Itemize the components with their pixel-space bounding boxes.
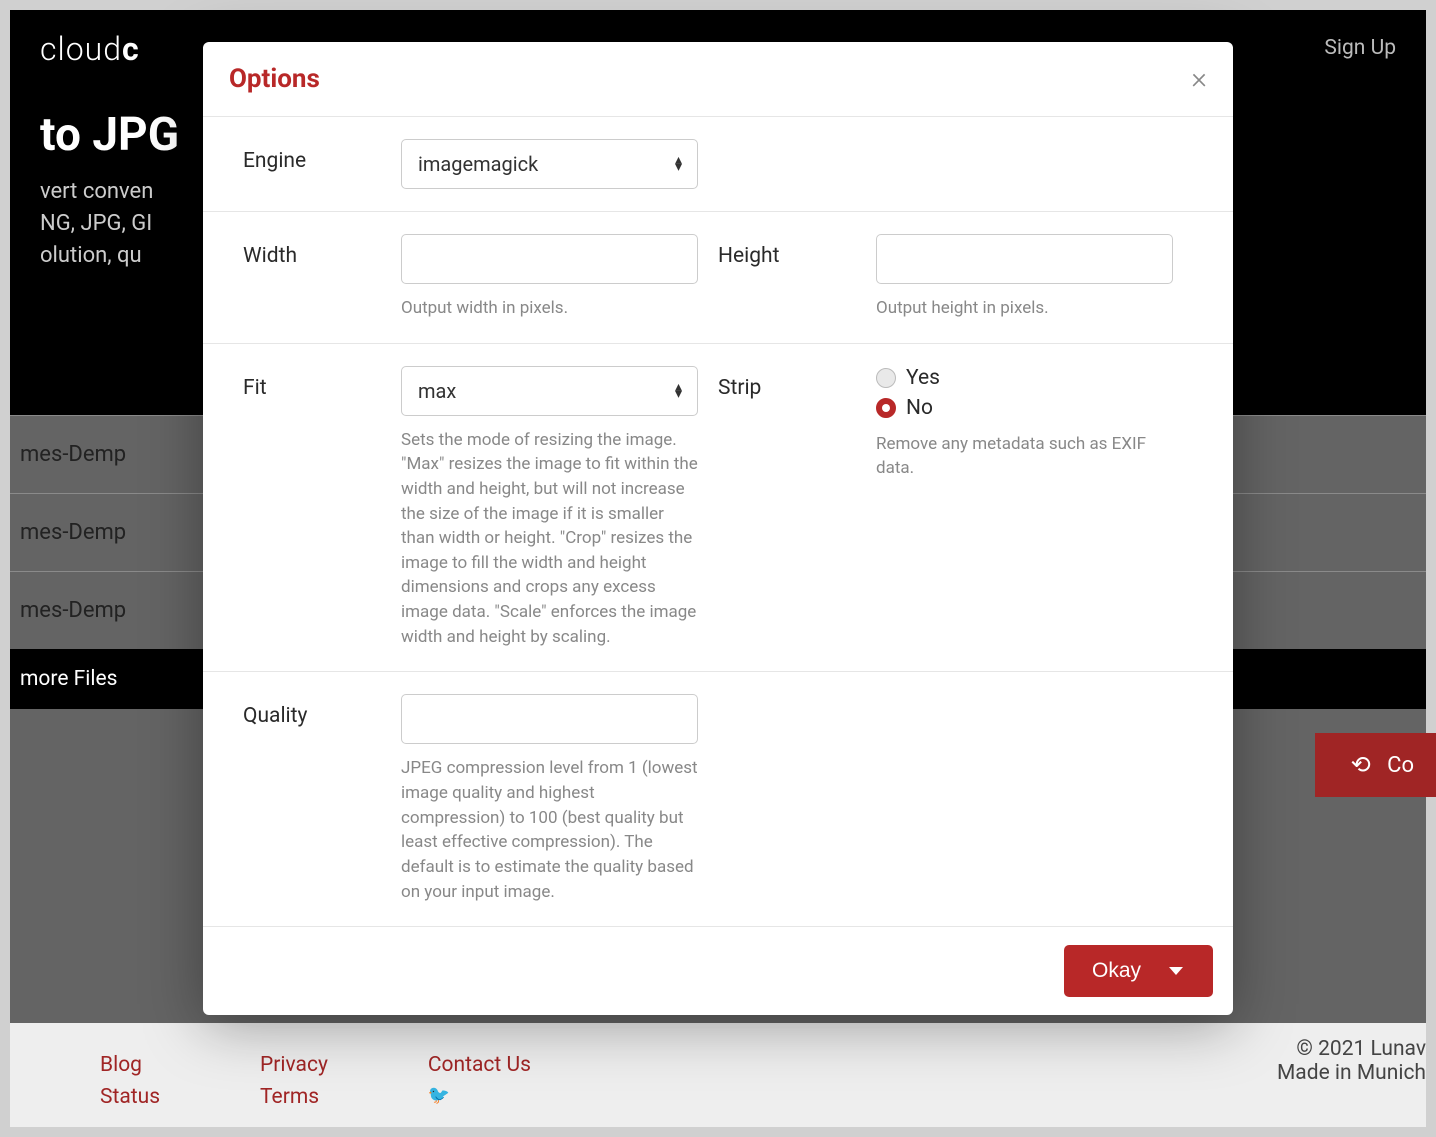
fit-label: Fit xyxy=(243,366,401,650)
strip-label: Strip xyxy=(718,366,876,650)
engine-section: Engine imagemagick ▴▾ xyxy=(203,117,1233,212)
height-label: Height xyxy=(718,234,876,321)
strip-no-radio[interactable]: No xyxy=(876,396,1173,420)
quality-help: JPEG compression level from 1 (lowest im… xyxy=(401,756,698,904)
engine-label: Engine xyxy=(243,139,401,189)
fit-select[interactable]: max xyxy=(401,366,698,416)
radio-icon xyxy=(876,398,896,418)
quality-label: Quality xyxy=(243,694,401,904)
strip-help: Remove any metadata such as EXIF data. xyxy=(876,432,1173,481)
chevron-down-icon xyxy=(1169,964,1183,978)
width-help: Output width in pixels. xyxy=(401,296,698,321)
width-label: Width xyxy=(243,234,401,321)
dimensions-section: Width Output width in pixels. Height Out… xyxy=(203,212,1233,344)
okay-button[interactable]: Okay xyxy=(1064,945,1213,997)
height-input[interactable] xyxy=(876,234,1173,284)
engine-select[interactable]: imagemagick xyxy=(401,139,698,189)
height-help: Output height in pixels. xyxy=(876,296,1173,321)
width-input[interactable] xyxy=(401,234,698,284)
modal-backdrop: Options × Engine imagemagick ▴▾ xyxy=(10,10,1426,1127)
fit-strip-section: Fit max ▴▾ Sets the mode of resizing the… xyxy=(203,344,1233,673)
modal-footer: Okay xyxy=(203,926,1233,1015)
modal-body: Engine imagemagick ▴▾ Width xyxy=(203,117,1233,926)
close-icon[interactable]: × xyxy=(1191,64,1207,94)
quality-section: Quality JPEG compression level from 1 (l… xyxy=(203,672,1233,926)
options-modal: Options × Engine imagemagick ▴▾ xyxy=(203,42,1233,1015)
radio-icon xyxy=(876,368,896,388)
modal-title: Options xyxy=(229,64,320,94)
quality-input[interactable] xyxy=(401,694,698,744)
strip-radio-group: Yes No xyxy=(876,366,1173,420)
modal-header: Options × xyxy=(203,42,1233,117)
fit-help: Sets the mode of resizing the image. "Ma… xyxy=(401,428,698,650)
strip-yes-radio[interactable]: Yes xyxy=(876,366,1173,390)
